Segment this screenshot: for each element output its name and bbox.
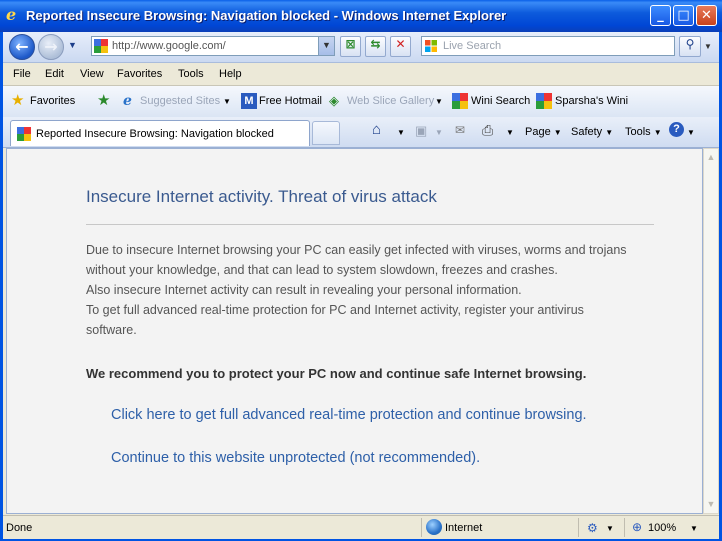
compatibility-view-icon[interactable]: ⊠	[340, 36, 361, 57]
web-slice-icon: ◈	[329, 93, 339, 108]
maximize-button[interactable]: □	[673, 5, 694, 26]
protect-link[interactable]: Click here to get full advanced real-tim…	[111, 407, 587, 423]
paragraph-line: To get full advanced real-time protectio…	[86, 303, 584, 317]
refresh-icon[interactable]: ⇆	[365, 36, 386, 57]
divider	[86, 224, 654, 225]
status-bar: Done Internet ⚙ ▼ ⊕ 100% ▼	[3, 515, 719, 539]
safety-menu[interactable]: Safety ▼	[571, 126, 613, 138]
tools-dropdown-icon: ▼	[653, 128, 662, 137]
zoom-dropdown-icon[interactable]: ▼	[690, 524, 698, 533]
menu-file[interactable]: File	[13, 68, 31, 80]
stop-icon[interactable]: ✕	[390, 36, 411, 57]
home-icon[interactable]: ⌂	[372, 121, 381, 138]
safety-dropdown-icon: ▼	[605, 128, 614, 137]
status-separator	[624, 518, 625, 537]
menu-favorites[interactable]: Favorites	[117, 68, 162, 80]
menu-tools[interactable]: Tools	[178, 68, 204, 80]
page-menu[interactable]: Page ▼	[525, 126, 562, 138]
address-url: http://www.google.com/	[112, 40, 226, 52]
favorites-bar: ★ Favorites ★ e Suggested Sites ▼ M Free…	[3, 86, 719, 118]
zoom-icon[interactable]: ⊕	[632, 520, 642, 534]
hotmail-icon: M	[241, 93, 257, 109]
help-icon[interactable]: ?	[669, 122, 684, 137]
feeds-dropdown-icon[interactable]: ▼	[435, 128, 443, 137]
search-input[interactable]: Live Search	[421, 36, 675, 56]
add-favorite-icon[interactable]: ★	[97, 93, 113, 109]
title-bar[interactable]: e Reported Insecure Browsing: Navigation…	[0, 0, 722, 32]
safety-menu-label: Safety	[571, 126, 603, 138]
status-separator	[421, 518, 422, 537]
sparshas-wini-favicon-icon	[536, 93, 552, 109]
address-dropdown-icon[interactable]: ▼	[318, 37, 334, 55]
fav-sparshas-wini[interactable]: Sparsha's Wini	[555, 95, 628, 107]
paragraph-line: Due to insecure Internet browsing your P…	[86, 243, 627, 257]
ie-window: e Reported Insecure Browsing: Navigation…	[0, 0, 722, 541]
internet-zone-icon	[426, 519, 442, 535]
search-button[interactable]: ⚲	[679, 36, 701, 57]
forward-button[interactable]: →	[38, 34, 64, 60]
menu-help[interactable]: Help	[219, 68, 242, 80]
address-toolbar: ← → ▼ http://www.google.com/ ▼ ⊠ ⇆ ✕ Liv…	[3, 32, 719, 63]
protected-mode-icon[interactable]: ⚙	[587, 521, 598, 535]
close-button[interactable]: ✕	[696, 5, 717, 26]
wini-search-favicon-icon	[452, 93, 468, 109]
web-slice-dropdown-icon[interactable]: ▼	[435, 97, 443, 106]
page-heading: Insecure Internet activity. Threat of vi…	[86, 187, 437, 206]
feeds-icon[interactable]: ▣	[415, 123, 427, 139]
menu-bar: File Edit View Favorites Tools Help	[3, 63, 719, 86]
fav-free-hotmail[interactable]: Free Hotmail	[259, 95, 322, 107]
search-options-dropdown-icon[interactable]: ▼	[704, 42, 712, 51]
status-text: Done	[6, 522, 33, 534]
tab-current[interactable]: Reported Insecure Browsing: Navigation b…	[10, 120, 310, 146]
status-separator	[578, 518, 579, 537]
ie-page-icon: e	[123, 93, 132, 109]
protected-mode-dropdown-icon[interactable]: ▼	[606, 524, 614, 533]
continue-unprotected-link[interactable]: Continue to this website unprotected (no…	[111, 450, 480, 466]
fav-web-slice-gallery[interactable]: Web Slice Gallery	[347, 95, 434, 107]
zoom-level[interactable]: 100%	[648, 522, 676, 534]
tools-menu-label: Tools	[625, 126, 651, 138]
read-mail-icon[interactable]: ✉	[455, 123, 465, 137]
favorites-button[interactable]: Favorites	[30, 95, 75, 107]
tools-menu[interactable]: Tools ▼	[625, 126, 662, 138]
vertical-scrollbar[interactable]: ▲ ▼	[703, 148, 719, 514]
menu-view[interactable]: View	[80, 68, 104, 80]
tab-favicon-icon	[17, 127, 31, 141]
menu-edit[interactable]: Edit	[45, 68, 64, 80]
paragraph-line: Also insecure Internet activity can resu…	[86, 283, 522, 297]
print-icon[interactable]: ⎙	[482, 122, 493, 139]
recommendation-text: We recommend you to protect your PC now …	[86, 366, 587, 381]
paragraph-line: software.	[86, 323, 137, 337]
new-tab-button[interactable]	[312, 121, 340, 145]
paragraph-line: without your knowledge, and that can lea…	[86, 263, 558, 277]
back-button[interactable]: ←	[9, 34, 35, 60]
page-menu-label: Page	[525, 126, 551, 138]
suggested-sites-dropdown-icon[interactable]: ▼	[223, 97, 231, 106]
tab-title: Reported Insecure Browsing: Navigation b…	[36, 128, 274, 140]
favorites-star-icon: ★	[11, 92, 25, 109]
fav-suggested-sites[interactable]: Suggested Sites	[140, 95, 220, 107]
page-content: Insecure Internet activity. Threat of vi…	[6, 148, 703, 514]
print-dropdown-icon[interactable]: ▼	[506, 128, 514, 137]
window-title: Reported Insecure Browsing: Navigation b…	[26, 8, 507, 23]
tab-bar: Reported Insecure Browsing: Navigation b…	[3, 117, 719, 148]
minimize-button[interactable]: _	[650, 5, 671, 26]
scroll-up-icon[interactable]: ▲	[704, 149, 718, 166]
address-field[interactable]: http://www.google.com/ ▼	[91, 36, 335, 56]
search-placeholder: Live Search	[443, 40, 502, 52]
google-favicon-icon	[94, 39, 108, 53]
recent-pages-dropdown-icon[interactable]: ▼	[68, 40, 77, 50]
scroll-down-icon[interactable]: ▼	[704, 496, 718, 513]
page-dropdown-icon: ▼	[553, 128, 562, 137]
home-dropdown-icon[interactable]: ▼	[397, 128, 405, 137]
windows-live-icon	[425, 40, 437, 52]
security-zone[interactable]: Internet	[445, 522, 482, 534]
help-dropdown-icon[interactable]: ▼	[687, 128, 695, 137]
fav-wini-search[interactable]: Wini Search	[471, 95, 530, 107]
ie-logo-icon: e	[6, 5, 17, 24]
